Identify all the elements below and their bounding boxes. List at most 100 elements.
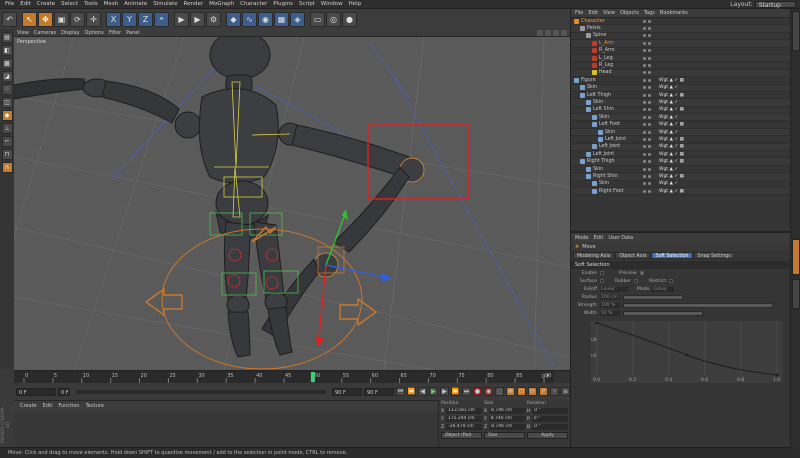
menu-window[interactable]: Window [318, 1, 346, 7]
viewport-menu-options[interactable]: Options [85, 30, 104, 36]
editor-visibility-dot[interactable] [643, 137, 646, 141]
object-row[interactable]: Left Joint Wgt ▲ ✓ ▦ [571, 143, 790, 152]
editor-visibility-dot[interactable] [643, 56, 646, 60]
render-visibility-dot[interactable] [648, 189, 651, 193]
menu-help[interactable]: Help [346, 1, 365, 7]
editor-visibility-dot[interactable] [643, 108, 646, 112]
render-visibility-dot[interactable] [648, 137, 651, 141]
objects-menu-edit[interactable]: Edit [588, 10, 598, 16]
render-visibility-dot[interactable] [648, 49, 651, 53]
size-z-field[interactable]: 8.746 cm [489, 424, 525, 430]
visibility-dots[interactable] [643, 167, 651, 171]
mode-dropdown[interactable]: Group [652, 286, 675, 292]
go-end-icon[interactable]: ⏭ [462, 387, 471, 396]
object-row[interactable]: Pelvis [571, 25, 790, 33]
restrict-checkbox[interactable] [669, 279, 674, 283]
undo-icon[interactable]: ↶ [2, 11, 17, 27]
strength-slider[interactable] [623, 302, 773, 308]
object-tags[interactable]: Wgt ▲ ✓ ▦ [659, 93, 684, 98]
frame-range-slider[interactable] [76, 389, 326, 394]
object-tags[interactable]: Wgt ▲ ✓ [659, 130, 678, 135]
tweak-mode-icon[interactable]: ⌐ [1, 136, 13, 147]
editor-visibility-dot[interactable] [643, 160, 646, 164]
render-visibility-dot[interactable] [648, 174, 651, 178]
object-tags[interactable]: Wgt ▲ ✓ ▦ [659, 144, 684, 149]
object-row[interactable]: Head [571, 69, 790, 78]
position-x-field[interactable]: 113.581 cm [446, 408, 482, 414]
render-visibility-dot[interactable] [648, 56, 651, 60]
coordinate-mode-dropdown[interactable]: Object (Rel) [441, 432, 482, 439]
edges-mode-icon[interactable]: ◫ [1, 97, 13, 108]
attr-menu-mode[interactable]: Mode [575, 235, 589, 241]
editor-visibility-dot[interactable] [643, 19, 646, 23]
object-row[interactable]: Right Foot Wgt ▲ ✓ ▦ [571, 187, 790, 196]
visibility-dots[interactable] [643, 152, 651, 156]
material-menu-create[interactable]: Create [20, 403, 37, 409]
render-visibility-dot[interactable] [648, 19, 651, 23]
record-icon[interactable]: ● [473, 387, 482, 396]
editor-visibility-dot[interactable] [643, 64, 646, 68]
object-row[interactable]: R_Leg [571, 62, 790, 70]
editor-visibility-dot[interactable] [643, 130, 646, 134]
menu-script[interactable]: Script [296, 1, 318, 7]
go-start-icon[interactable]: ⏮ [396, 387, 405, 396]
radius-field[interactable]: 100 cm [600, 294, 620, 300]
render-visibility-dot[interactable] [648, 27, 651, 31]
visibility-dots[interactable] [643, 19, 651, 23]
render-visibility-dot[interactable] [648, 64, 651, 68]
object-tags[interactable]: Wgt ▲ ✓ ▦ [659, 189, 684, 194]
object-tags[interactable]: Wgt ▲ ✓ ▦ [659, 152, 684, 157]
zoom-icon[interactable] [545, 29, 551, 36]
spline-icon[interactable]: ∿ [242, 11, 257, 27]
end-frame-field[interactable]: 90 F [332, 387, 362, 396]
editor-visibility-dot[interactable] [643, 34, 646, 38]
min-frame-field[interactable]: 0 F [58, 387, 70, 396]
live-selection-icon[interactable]: ↖ [22, 11, 37, 27]
keyframe-selection-icon[interactable]: ◌ [495, 387, 504, 396]
visibility-dots[interactable] [643, 78, 651, 82]
object-row[interactable]: L_Leg [571, 54, 790, 63]
play-icon[interactable]: ▶ [429, 387, 438, 396]
editor-visibility-dot[interactable] [643, 71, 646, 75]
tab-modeling-axis[interactable]: Modeling Axis [573, 252, 615, 259]
light-icon[interactable]: ● [342, 11, 357, 27]
attr-menu-user-data[interactable]: User Data [608, 235, 633, 241]
material-menu-edit[interactable]: Edit [43, 403, 53, 409]
visibility-dots[interactable] [643, 86, 651, 90]
menu-tools[interactable]: Tools [81, 1, 101, 7]
texture-mode-icon[interactable]: ▩ [1, 58, 13, 69]
array-icon[interactable]: ▦ [274, 11, 289, 27]
render-visibility-dot[interactable] [648, 115, 651, 119]
make-editable-icon[interactable]: ▤ [1, 32, 13, 43]
visibility-dots[interactable] [643, 27, 651, 31]
object-tags[interactable]: Wgt ▲ ✓ ▦ [659, 122, 684, 127]
editor-visibility-dot[interactable] [643, 93, 646, 97]
curve-knot[interactable] [685, 353, 689, 357]
material-menu-function[interactable]: Function [58, 403, 79, 409]
last-tool-icon[interactable]: ✛ [86, 11, 101, 27]
visibility-dots[interactable] [643, 64, 651, 68]
render-visibility-dot[interactable] [648, 34, 651, 38]
render-visibility-dot[interactable] [648, 160, 651, 164]
render-view-icon[interactable]: ▶ [174, 11, 189, 27]
next-frame-icon[interactable]: ▶ [440, 387, 449, 396]
editor-visibility-dot[interactable] [643, 100, 646, 104]
apply-button[interactable]: Apply [527, 432, 568, 439]
visibility-dots[interactable] [643, 71, 651, 75]
objects-menu-bookmarks[interactable]: Bookmarks [660, 10, 688, 16]
size-x-field[interactable]: 8.746 cm [489, 408, 525, 414]
next-key-icon[interactable]: ⏩ [451, 387, 460, 396]
object-tags[interactable]: Wgt ▲ ✓ ▦ [659, 174, 684, 179]
scale-icon[interactable]: ▣ [54, 11, 69, 27]
render-visibility-dot[interactable] [648, 86, 651, 90]
editor-visibility-dot[interactable] [643, 115, 646, 119]
orbit-icon[interactable] [553, 29, 559, 36]
material-menu-texture[interactable]: Texture [86, 403, 104, 409]
visibility-dots[interactable] [643, 100, 651, 104]
object-row[interactable]: Right Shin Wgt ▲ ✓ ▦ [571, 173, 790, 181]
snap-icon[interactable]: ⊓ [1, 149, 13, 160]
falloff-dropdown[interactable]: Linear [600, 286, 628, 292]
curve-knot[interactable] [775, 373, 779, 377]
editor-visibility-dot[interactable] [643, 152, 646, 156]
viewport-menu-cameras[interactable]: Cameras [34, 30, 56, 36]
